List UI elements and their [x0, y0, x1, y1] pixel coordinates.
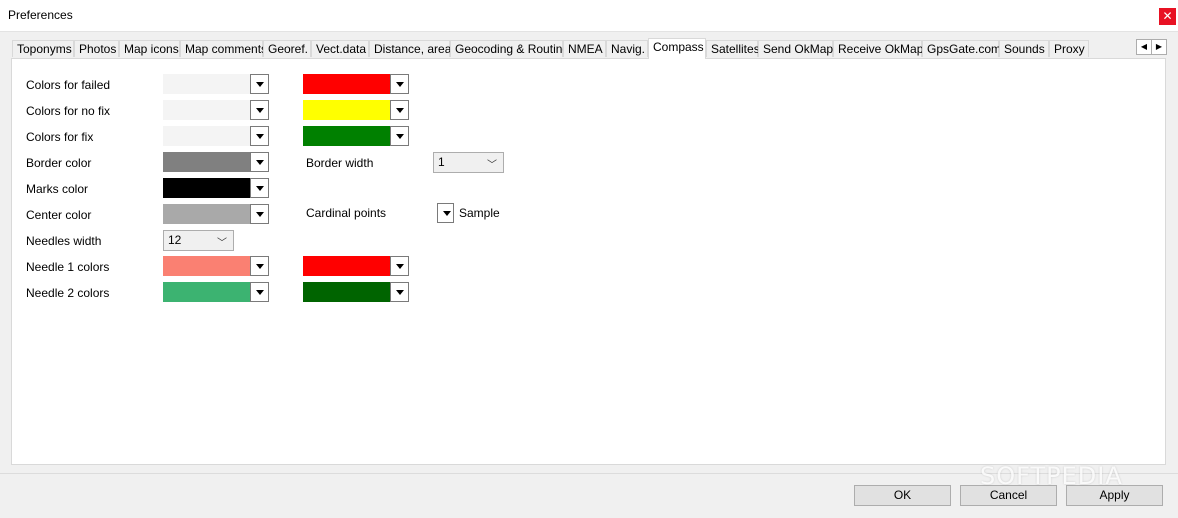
chevron-down-icon: ﹀ [487, 160, 497, 171]
arrow-right-icon: ▶ [1155, 42, 1163, 51]
colors-failed-label: Colors for failed [26, 78, 111, 92]
tab-scroll-left-button[interactable]: ◀ [1136, 39, 1152, 55]
cardinal-points-label: Cardinal points [306, 206, 387, 220]
dropdown-arrow-icon[interactable] [250, 204, 269, 224]
border-color-picker[interactable] [163, 152, 269, 172]
border-width-label: Border width [306, 156, 374, 170]
needles-width-label: Needles width [26, 234, 102, 248]
fix-color-1-picker[interactable] [163, 126, 269, 146]
marks-color-picker[interactable] [163, 178, 269, 198]
needle1-color-1-picker[interactable] [163, 256, 269, 276]
dropdown-arrow-icon[interactable] [250, 152, 269, 172]
tab-geocoding-routing[interactable]: Geocoding & Routing [450, 40, 569, 57]
needles-width-select[interactable]: 12 ﹀ [163, 230, 234, 251]
window-title: Preferences [8, 8, 73, 22]
nofix-color-2-picker[interactable] [303, 100, 409, 120]
tab-vect-data[interactable]: Vect.data [311, 40, 369, 57]
cardinal-points-dropdown[interactable] [437, 203, 454, 223]
needle2-color-1-picker[interactable] [163, 282, 269, 302]
tab-compass[interactable]: Compass [648, 38, 706, 59]
ok-button[interactable]: OK [854, 485, 951, 506]
color-swatch [303, 256, 390, 276]
tab-georef[interactable]: Georef. [263, 40, 311, 57]
tab-receive-okmap[interactable]: Receive OkMap [833, 40, 923, 57]
tab-satellites[interactable]: Satellites [706, 40, 760, 57]
color-swatch [163, 152, 250, 172]
border-width-value: 1 [438, 155, 445, 169]
dropdown-arrow-icon[interactable] [390, 74, 409, 94]
color-swatch [163, 256, 250, 276]
border-color-label: Border color [26, 156, 92, 170]
colors-nofix-label: Colors for no fix [26, 104, 111, 118]
tab-navig[interactable]: Navig. [606, 40, 648, 57]
needles-width-value: 12 [168, 233, 182, 247]
color-swatch [303, 74, 390, 94]
tab-nmea[interactable]: NMEA [563, 40, 606, 57]
nofix-color-1-picker[interactable] [163, 100, 269, 120]
color-swatch [303, 126, 390, 146]
dropdown-arrow-icon[interactable] [390, 100, 409, 120]
color-swatch [303, 282, 390, 302]
tab-map-icons[interactable]: Map icons [119, 40, 180, 57]
dropdown-arrow-icon[interactable] [390, 256, 409, 276]
needle1-color-2-picker[interactable] [303, 256, 409, 276]
dropdown-arrow-icon[interactable] [250, 178, 269, 198]
dropdown-arrow-icon[interactable] [250, 282, 269, 302]
colors-fix-label: Colors for fix [26, 130, 94, 144]
tab-toponyms[interactable]: Toponyms [12, 40, 74, 57]
tab-map-comments[interactable]: Map comments [180, 40, 267, 57]
tab-scroll-right-button[interactable]: ▶ [1151, 39, 1167, 55]
color-swatch [163, 126, 250, 146]
dropdown-arrow-icon[interactable] [390, 126, 409, 146]
color-swatch [163, 282, 250, 302]
fix-color-2-picker[interactable] [303, 126, 409, 146]
color-swatch [303, 100, 390, 120]
color-swatch [163, 204, 250, 224]
tab-strip: Toponyms Photos Map icons Map comments G… [12, 38, 1136, 59]
tab-sounds[interactable]: Sounds [999, 40, 1049, 57]
failed-color-1-picker[interactable] [163, 74, 269, 94]
tab-distance-area[interactable]: Distance, area [369, 40, 451, 57]
dropdown-arrow-icon[interactable] [250, 256, 269, 276]
dropdown-arrow-icon[interactable] [250, 126, 269, 146]
tab-proxy[interactable]: Proxy [1049, 40, 1089, 57]
sample-label: Sample [459, 206, 500, 220]
failed-color-2-picker[interactable] [303, 74, 409, 94]
watermark: SOFTPEDIA [980, 462, 1123, 490]
marks-color-label: Marks color [26, 182, 89, 196]
color-swatch [163, 178, 250, 198]
color-swatch [163, 74, 250, 94]
center-color-label: Center color [26, 208, 92, 222]
dropdown-arrow-icon[interactable] [390, 282, 409, 302]
close-button[interactable]: ✕ [1159, 8, 1176, 25]
close-icon: ✕ [1162, 9, 1173, 23]
dropdown-arrow-icon[interactable] [250, 74, 269, 94]
tab-photos[interactable]: Photos [74, 40, 119, 57]
tab-send-okmap[interactable]: Send OkMap [758, 40, 833, 57]
needle1-colors-label: Needle 1 colors [26, 260, 110, 274]
arrow-left-icon: ◀ [1140, 42, 1148, 51]
title-bar: Preferences ✕ [0, 0, 1178, 32]
needle2-color-2-picker[interactable] [303, 282, 409, 302]
compass-panel: Colors for failed Colors for no fix Colo… [11, 58, 1166, 465]
tab-gpsgate[interactable]: GpsGate.com [922, 40, 1001, 57]
center-color-picker[interactable] [163, 204, 269, 224]
color-swatch [163, 100, 250, 120]
dropdown-arrow-icon[interactable] [250, 100, 269, 120]
chevron-down-icon: ﹀ [217, 238, 227, 249]
border-width-select[interactable]: 1 ﹀ [433, 152, 504, 173]
needle2-colors-label: Needle 2 colors [26, 286, 110, 300]
